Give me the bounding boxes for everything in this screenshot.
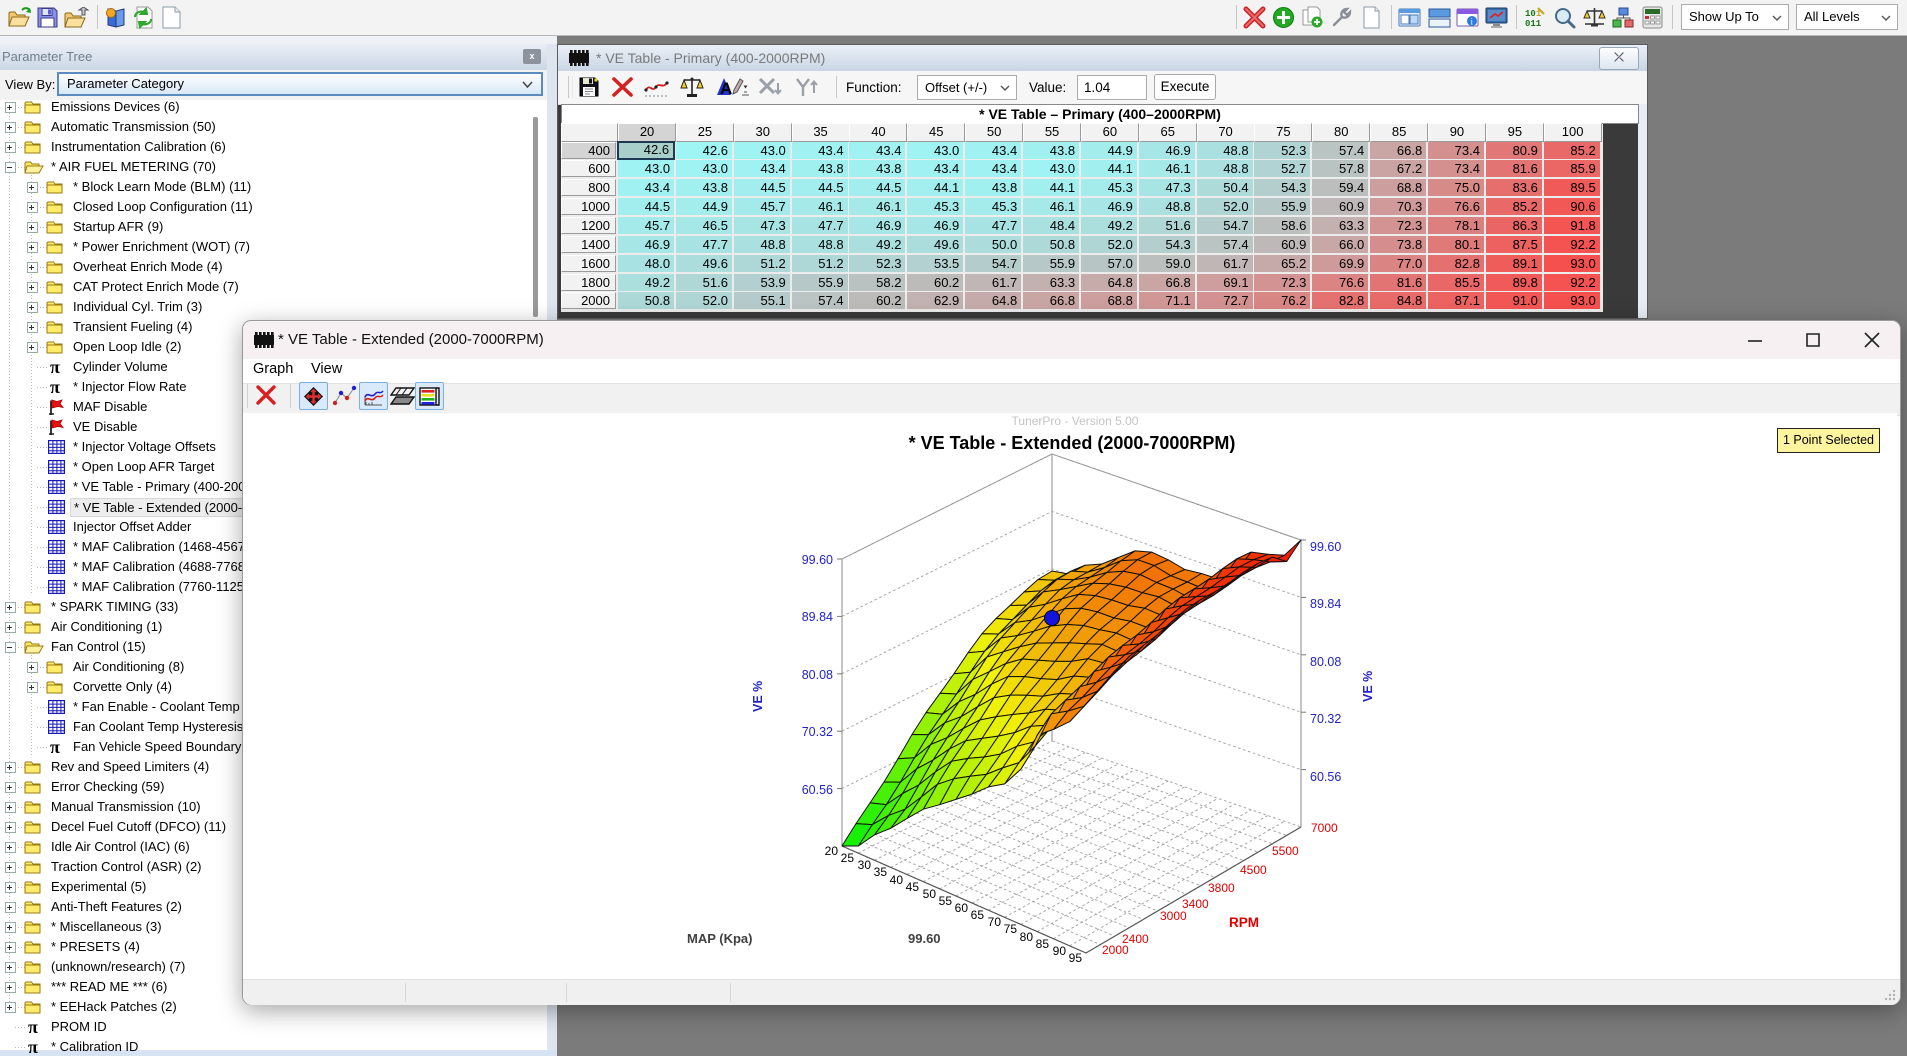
svg-text:65: 65 [971, 908, 985, 922]
svg-text:70.32: 70.32 [1310, 712, 1341, 726]
svg-text:60.56: 60.56 [802, 783, 833, 797]
svg-text:89.84: 89.84 [802, 610, 833, 624]
svg-text:5500: 5500 [1272, 844, 1299, 858]
svg-text:70.32: 70.32 [802, 725, 833, 739]
svg-text:MAP (Kpa): MAP (Kpa) [687, 931, 752, 946]
svg-text:45: 45 [906, 880, 920, 894]
svg-text:3000: 3000 [1160, 909, 1187, 923]
svg-text:85: 85 [1036, 937, 1050, 951]
svg-text:7000: 7000 [1311, 821, 1338, 835]
svg-text:RPM: RPM [1229, 915, 1259, 930]
svg-text:011: 011 [1525, 19, 1542, 29]
svg-text:2400: 2400 [1122, 932, 1149, 946]
svg-text:75: 75 [1004, 922, 1018, 936]
svg-text:80: 80 [1020, 930, 1034, 944]
svg-text:3800: 3800 [1208, 881, 1235, 895]
svg-text:25: 25 [841, 851, 855, 865]
svg-text:4500: 4500 [1240, 863, 1267, 877]
svg-text:90: 90 [1053, 944, 1067, 958]
svg-text:70: 70 [988, 915, 1002, 929]
svg-text:80.08: 80.08 [1310, 655, 1341, 669]
svg-text:89.84: 89.84 [1310, 597, 1341, 611]
svg-text:99.60: 99.60 [802, 553, 833, 567]
svg-text:VE %: VE % [751, 681, 765, 712]
svg-text:40: 40 [890, 873, 904, 887]
svg-text:80.08: 80.08 [802, 668, 833, 682]
svg-text:VE %: VE % [1361, 671, 1375, 702]
svg-text:3400: 3400 [1182, 897, 1209, 911]
svg-text:20: 20 [825, 844, 839, 858]
svg-text:60.56: 60.56 [1310, 770, 1341, 784]
svg-text:A: A [720, 79, 732, 98]
svg-text:30: 30 [858, 858, 872, 872]
svg-text:99.60: 99.60 [1310, 540, 1341, 554]
svg-text:55: 55 [939, 894, 953, 908]
svg-text:50: 50 [923, 887, 937, 901]
svg-text:95: 95 [1069, 951, 1083, 965]
svg-text:35: 35 [874, 865, 888, 879]
svg-text:60: 60 [955, 901, 969, 915]
svg-text:99.60: 99.60 [908, 931, 941, 946]
